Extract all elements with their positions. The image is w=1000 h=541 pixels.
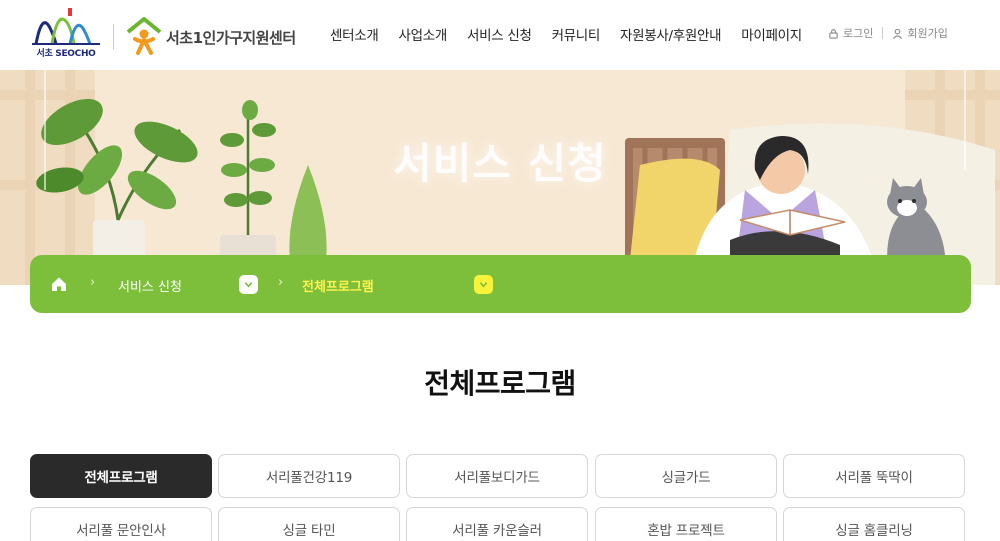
tab-single-tamin[interactable]: 싱글 타민 [218,507,400,541]
nav-item-volunteer-support[interactable]: 자원봉사/후원안내 [610,24,731,44]
signup-label: 회원가입 [907,27,948,40]
nav-item-center-intro[interactable]: 센터소개 [320,24,388,44]
tab-single-guard[interactable]: 싱글가드 [595,454,777,498]
main-nav: 센터소개 사업소개 서비스 신청 커뮤니티 자원봉사/후원안내 마이페이지 [320,24,812,44]
breadcrumb-separator: › [90,275,96,290]
chevron-down-icon [479,282,488,288]
nav-item-mypage[interactable]: 마이페이지 [731,24,812,44]
signup-link[interactable]: 회원가입 [892,25,948,41]
tab-seoripul-ttukttagi[interactable]: 서리풀 뚝딱이 [783,454,965,498]
hero-title: 서비스 신청 [393,139,607,188]
chevron-down-icon [244,282,253,288]
login-link[interactable]: 로그인 [828,25,873,41]
nav-item-service-apply[interactable]: 서비스 신청 [457,24,542,44]
center-name[interactable]: 서초1인가구지원센터 [166,27,296,48]
util-divider [882,27,884,39]
user-icon [893,28,903,39]
breadcrumb-separator: › [278,275,284,290]
hero-banner: 서비스 신청 [0,70,1000,285]
seocho-emblem-icon [32,8,100,45]
seocho-logo-text: 서초 SEOCHO [36,49,96,59]
page-title: 전체프로그램 [424,367,576,400]
tab-seoripul-health-119[interactable]: 서리풀건강119 [218,454,400,498]
center-house-person-icon[interactable] [126,16,162,56]
tab-seoripul-counselor[interactable]: 서리풀 카운슬러 [406,507,588,541]
breadcrumb-level2-label[interactable]: 전체프로그램 [302,276,374,295]
home-icon[interactable] [50,275,68,293]
tab-all-programs[interactable]: 전체프로그램 [30,454,212,498]
login-label: 로그인 [843,27,874,40]
tab-seoripul-bodyguard[interactable]: 서리풀보디가드 [406,454,588,498]
nav-item-community[interactable]: 커뮤니티 [542,24,610,44]
site-header: 서초 SEOCHO 서초1인가구지원센터 센터소개 사업소개 서비스 신청 커뮤… [0,0,1000,70]
utility-links: 로그인 회원가입 [828,25,948,41]
tab-seoripul-greeting[interactable]: 서리풀 문안인사 [30,507,212,541]
breadcrumb-level1-label[interactable]: 서비스 신청 [118,276,182,295]
breadcrumb-level2-dropdown[interactable] [474,275,493,294]
nav-item-business-intro[interactable]: 사업소개 [388,24,456,44]
breadcrumb: › 서비스 신청 › 전체프로그램 [30,255,971,313]
lock-icon [829,28,838,39]
breadcrumb-level1-dropdown[interactable] [239,275,258,294]
logo-divider [113,24,114,50]
seocho-logo[interactable]: 서초 SEOCHO [28,6,104,60]
tab-single-home-cleaning[interactable]: 싱글 홈클리닝 [783,507,965,541]
tab-honbap-project[interactable]: 혼밥 프로젝트 [595,507,777,541]
